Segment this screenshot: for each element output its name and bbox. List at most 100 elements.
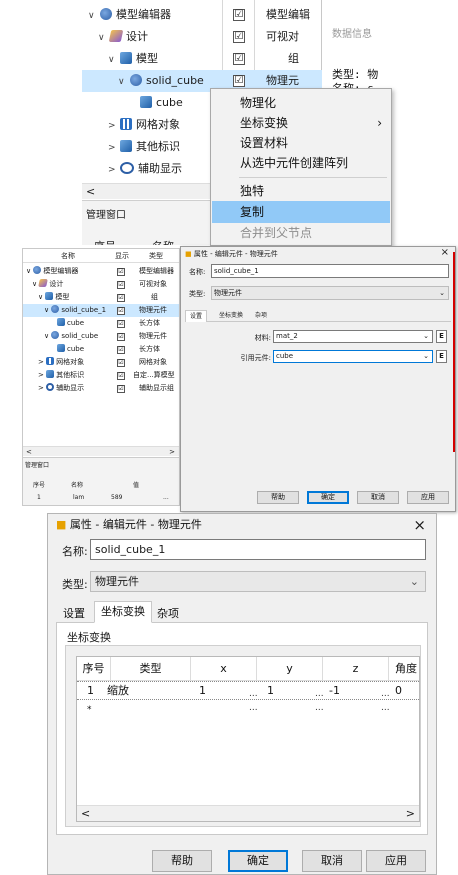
chevron-right-icon[interactable]: >	[108, 137, 118, 159]
scroll-left-arrow[interactable]: <	[26, 448, 32, 456]
menu-item-unique[interactable]: 独特	[212, 180, 390, 202]
chevron-right-icon[interactable]: >	[38, 371, 44, 379]
tree-row[interactable]: cube ☑ 长方体	[23, 343, 179, 356]
chevron-right-icon[interactable]: >	[38, 384, 44, 392]
tree-row[interactable]: > 网格对象 ☑ 网格对象	[23, 356, 179, 369]
tree-row[interactable]: ∨ 模型编辑器 ☑ 模型编辑器	[23, 265, 179, 278]
visibility-checkbox[interactable]: ☑	[117, 307, 125, 315]
visibility-checkbox[interactable]: ☑	[117, 385, 125, 393]
group-box: 序号 类型 x y z 角度 1 缩放 1 ... 1 ... -1 ... 0	[65, 645, 421, 827]
cell-y-edit-button[interactable]: ...	[315, 703, 324, 713]
cube-icon	[46, 370, 55, 378]
ref-component-select[interactable]: cube ⌄	[273, 350, 433, 363]
cell-z[interactable]: -1	[329, 682, 340, 700]
name-field[interactable]: solid_cube_1	[90, 539, 426, 560]
tree-row-selected[interactable]: ∨ solid_cube_1 ☑ 物理元件	[23, 304, 179, 317]
menu-item-copy[interactable]: 复制	[212, 201, 390, 223]
visibility-checkbox[interactable]: ☑	[117, 346, 125, 354]
horizontal-scrollbar[interactable]: < >	[23, 446, 179, 457]
chevron-right-icon[interactable]: >	[38, 358, 44, 366]
chevron-down-icon[interactable]: ∨	[38, 293, 43, 301]
type-select[interactable]: 物理元件 ⌄	[211, 286, 449, 300]
grid-header-y: y	[257, 657, 323, 681]
tab-settings[interactable]: 设置	[56, 603, 92, 623]
close-icon[interactable]: ×	[413, 516, 426, 534]
visibility-checkbox[interactable]: ☑	[117, 333, 125, 341]
cell-y[interactable]: 1	[267, 682, 274, 700]
type-select[interactable]: 物理元件 ⌄	[90, 571, 426, 592]
ref-edit-button[interactable]: E	[436, 350, 447, 363]
visibility-checkbox[interactable]: ☑	[117, 268, 125, 276]
table-row[interactable]: 1 缩放 1 ... 1 ... -1 ... 0	[77, 681, 419, 700]
cell-x-edit-button[interactable]: ...	[249, 689, 258, 699]
cell-x[interactable]: 1	[199, 682, 206, 700]
tree-row[interactable]: cube ☑ 长方体	[23, 317, 179, 330]
ok-button[interactable]: 确定	[228, 850, 288, 872]
cell-x-edit-button[interactable]: ...	[249, 703, 258, 713]
chevron-down-icon[interactable]: ∨	[32, 280, 37, 288]
cube-icon	[120, 140, 132, 152]
tree-row[interactable]: > 其他标识 ☑ 自定...算模型	[23, 369, 179, 382]
visibility-checkbox[interactable]: ☑	[117, 294, 125, 302]
cancel-button[interactable]: 取消	[357, 491, 399, 504]
cancel-button[interactable]: 取消	[302, 850, 362, 872]
visibility-checkbox[interactable]: ☑	[233, 9, 245, 21]
menu-item-create-array[interactable]: 从选中元件创建阵列	[212, 152, 390, 174]
apply-button[interactable]: 应用	[366, 850, 426, 872]
visibility-checkbox[interactable]: ☑	[233, 75, 245, 87]
cell-type[interactable]: 缩放	[107, 682, 129, 700]
column-value-header: 值	[133, 482, 140, 489]
chevron-right-icon[interactable]: >	[108, 159, 118, 181]
visibility-checkbox[interactable]: ☑	[117, 320, 125, 328]
menu-item-physicalize[interactable]: 物理化	[212, 92, 390, 114]
menu-item-merge-to-parent[interactable]: 合并到父节点	[212, 222, 390, 244]
help-button[interactable]: 帮助	[257, 491, 299, 504]
tree-row[interactable]: ∨ solid_cube ☑ 物理元件	[23, 330, 179, 343]
tree-row[interactable]: > 辅助显示 ☑ 辅助显示组	[23, 382, 179, 395]
visibility-checkbox[interactable]: ☑	[117, 359, 125, 367]
tab-misc[interactable]: 杂项	[150, 603, 186, 623]
apply-button[interactable]: 应用	[407, 491, 449, 504]
chevron-down-icon[interactable]: ∨	[44, 332, 49, 340]
cell-y-edit-button[interactable]: ...	[315, 689, 324, 699]
visibility-checkbox[interactable]: ☑	[117, 372, 125, 380]
chevron-down-icon[interactable]: ∨	[88, 5, 98, 27]
menu-item-coord-transform[interactable]: 坐标变换 ›	[212, 112, 390, 134]
chevron-right-icon[interactable]: >	[108, 115, 118, 137]
tree-row[interactable]: ∨ 模型 ☑ 组	[23, 291, 179, 304]
chevron-down-icon[interactable]: ∨	[118, 71, 128, 93]
scroll-left-arrow[interactable]: <	[86, 185, 95, 198]
tree-row-design[interactable]: ∨ 设计 ☑ 可视对	[82, 26, 322, 48]
scroll-right-arrow[interactable]: >	[169, 447, 175, 457]
help-button[interactable]: 帮助	[152, 850, 212, 872]
tab-misc[interactable]: 杂项	[251, 310, 271, 322]
chevron-down-icon[interactable]: ∨	[44, 306, 49, 314]
tab-settings[interactable]: 设置	[185, 310, 208, 322]
table-row-new[interactable]: * ... ... ...	[77, 701, 419, 719]
manager-cell: lam	[73, 494, 85, 501]
cell-z-edit-button[interactable]: ...	[381, 689, 390, 699]
tree-row[interactable]: ∨ 设计 ☑ 可视对象	[23, 278, 179, 291]
scroll-left-arrow[interactable]: <	[81, 807, 90, 820]
tab-coord-transform[interactable]: 坐标变换	[94, 601, 152, 623]
tree-row-model[interactable]: ∨ 模型 ☑ 组	[82, 48, 322, 70]
horizontal-scrollbar[interactable]: < >	[77, 805, 419, 821]
chevron-down-icon[interactable]: ∨	[98, 27, 108, 49]
chevron-down-icon[interactable]: ∨	[108, 49, 118, 71]
tree-item-label: 网格对象	[136, 118, 180, 131]
scroll-right-arrow[interactable]: >	[406, 807, 415, 820]
close-icon[interactable]: ×	[441, 247, 449, 258]
tab-coord-transform[interactable]: 坐标变换	[215, 310, 247, 322]
cell-z-edit-button[interactable]: ...	[381, 703, 390, 713]
material-edit-button[interactable]: E	[436, 330, 447, 343]
visibility-checkbox[interactable]: ☑	[233, 53, 245, 65]
cell-angle[interactable]: 0	[395, 682, 402, 700]
material-select[interactable]: mat_2 ⌄	[273, 330, 433, 343]
tree-row-model-editor[interactable]: ∨ 模型编辑器 ☑ 模型编辑	[82, 4, 322, 26]
menu-item-set-material[interactable]: 设置材料	[212, 132, 390, 154]
ok-button[interactable]: 确定	[307, 491, 349, 504]
visibility-checkbox[interactable]: ☑	[233, 31, 245, 43]
visibility-checkbox[interactable]: ☑	[117, 281, 125, 289]
name-field[interactable]: solid_cube_1	[211, 264, 449, 278]
chevron-down-icon[interactable]: ∨	[26, 267, 31, 275]
